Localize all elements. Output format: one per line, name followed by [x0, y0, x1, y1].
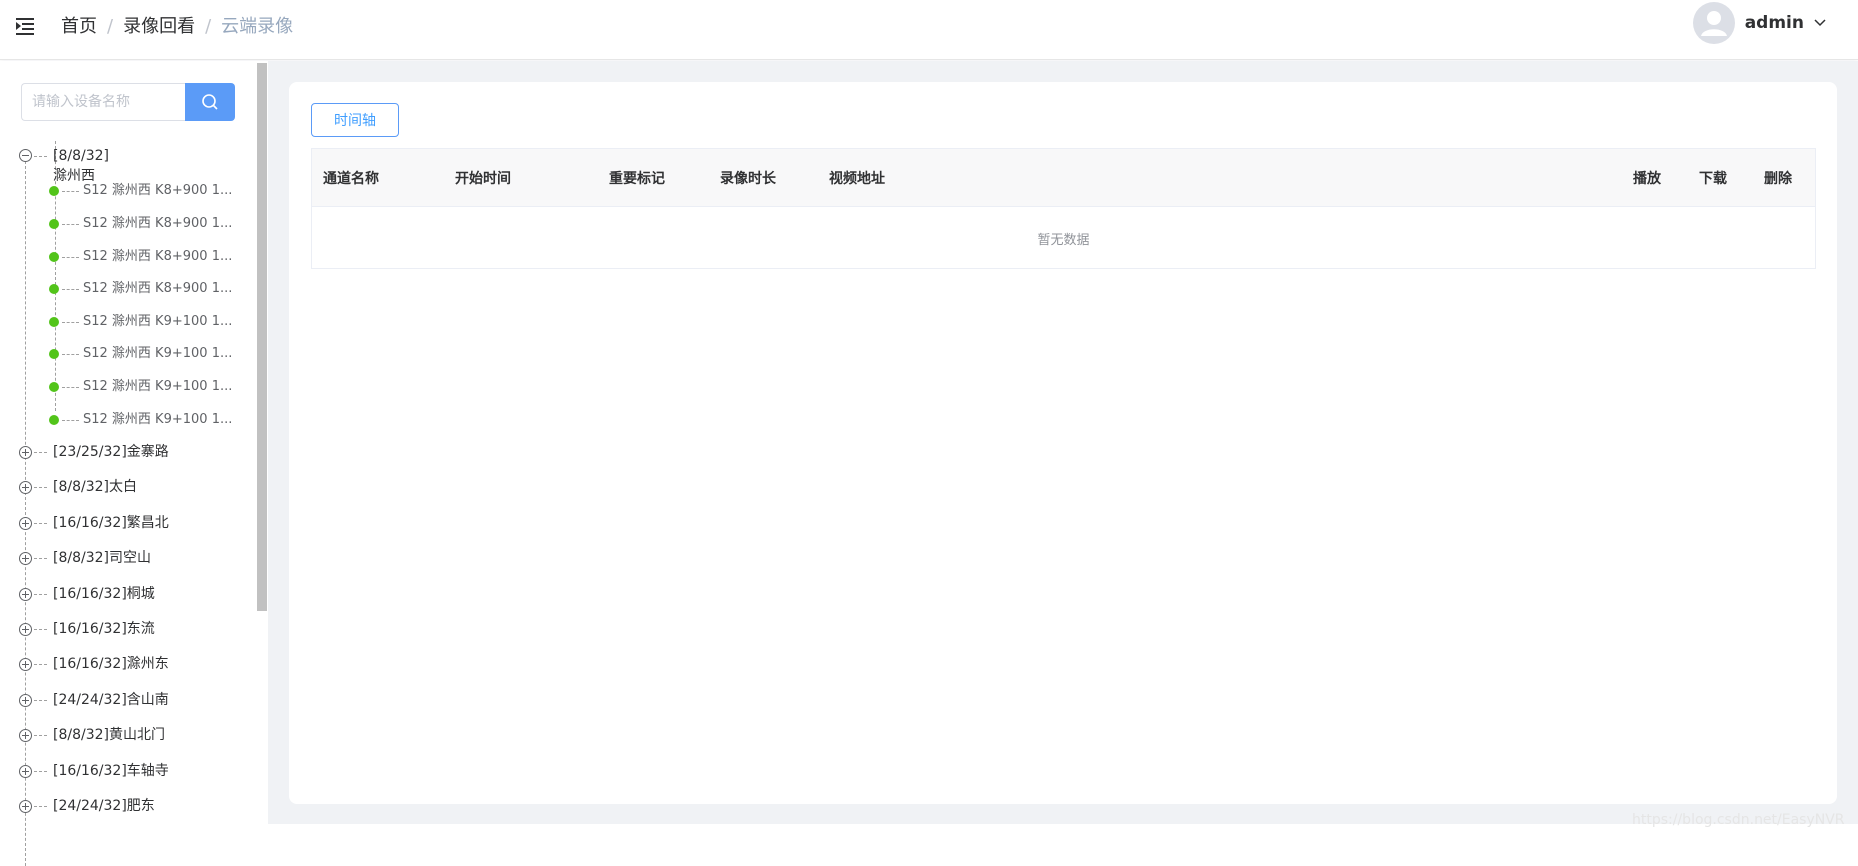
tree-connector: [62, 191, 79, 192]
username: admin: [1744, 13, 1804, 33]
expand-icon[interactable]: [19, 588, 32, 601]
top-bar: 首页 / 录像回看 / 云端录像 admin: [0, 0, 1858, 60]
tree-connector: [62, 257, 79, 258]
device-search-input[interactable]: [21, 83, 185, 121]
channel-label[interactable]: S12 滁州西 K9+100 1...: [83, 377, 237, 397]
avatar[interactable]: [1692, 2, 1735, 44]
tree-connector: [34, 735, 47, 736]
column-channel-name: 通道名称: [323, 171, 379, 187]
table-header: 通道名称 开始时间 重要标记 录像时长 视频地址 播放 下载 删除: [312, 149, 1815, 207]
column-download: 下载: [1699, 171, 1727, 187]
expand-icon[interactable]: [19, 765, 32, 778]
tree-connector: [62, 322, 79, 323]
device-sidebar: [8/8/32]滁州西 S12 滁州西 K8+900 1... S12 滁州西 …: [0, 61, 268, 866]
tree-connector: [34, 452, 47, 453]
tree-node-label[interactable]: [24/24/32]肥东: [53, 796, 155, 816]
column-start-time: 开始时间: [455, 171, 511, 187]
collapse-icon[interactable]: [19, 149, 32, 162]
breadcrumb-cloud-recording: 云端录像: [221, 16, 294, 37]
tree-node-label[interactable]: [16/16/32]桐城: [53, 584, 155, 604]
expand-icon[interactable]: [19, 517, 32, 530]
watermark: https://blog.csdn.net/EasyNVR: [1632, 812, 1845, 828]
search-icon: [202, 94, 218, 110]
channel-label[interactable]: S12 滁州西 K8+900 1...: [83, 247, 237, 267]
tree-node-label[interactable]: [16/16/32]东流: [53, 619, 155, 639]
tree-connector: [62, 387, 79, 388]
tree-connector: [34, 806, 47, 807]
tree-connector: [34, 523, 47, 524]
expand-icon[interactable]: [19, 800, 32, 813]
tree-connector: [34, 487, 47, 488]
user-avatar-icon: [1700, 11, 1727, 36]
channel-label[interactable]: S12 滁州西 K8+900 1...: [83, 181, 237, 201]
channel-label[interactable]: S12 滁州西 K9+100 1...: [83, 410, 237, 430]
tree-connector: [62, 224, 79, 225]
column-delete: 删除: [1764, 171, 1792, 187]
tree-node-label[interactable]: [8/8/32]黄山北门: [53, 725, 165, 745]
chevron-down-icon[interactable]: [1814, 19, 1826, 27]
channel-label[interactable]: S12 滁州西 K9+100 1...: [83, 312, 237, 332]
tree-connector: [34, 700, 47, 701]
online-status-icon: [49, 219, 59, 229]
tree-node-label[interactable]: [8/8/32]司空山: [53, 548, 151, 568]
column-important-mark: 重要标记: [609, 171, 665, 187]
online-status-icon: [49, 415, 59, 425]
tree-connector: [34, 558, 47, 559]
expand-icon[interactable]: [19, 658, 32, 671]
online-status-icon: [49, 317, 59, 327]
tree-connector: [34, 594, 47, 595]
device-search: [21, 83, 235, 121]
column-duration: 录像时长: [720, 171, 776, 187]
channel-label[interactable]: S12 滁州西 K9+100 1...: [83, 344, 237, 364]
column-video-url: 视频地址: [829, 171, 885, 187]
expand-icon[interactable]: [19, 552, 32, 565]
online-status-icon: [49, 186, 59, 196]
tree-connector: [34, 629, 47, 630]
channel-label[interactable]: S12 滁州西 K8+900 1...: [83, 214, 237, 234]
tree-connector: [34, 664, 47, 665]
search-button[interactable]: [185, 83, 235, 121]
tree-connector: [62, 289, 79, 290]
channel-label[interactable]: S12 滁州西 K8+900 1...: [83, 279, 237, 299]
expand-icon[interactable]: [19, 623, 32, 636]
tree-connector: [62, 420, 79, 421]
online-status-icon: [49, 382, 59, 392]
expand-icon[interactable]: [19, 446, 32, 459]
online-status-icon: [49, 252, 59, 262]
sidebar-scrollbar[interactable]: [257, 63, 267, 611]
tree-node-label[interactable]: [24/24/32]含山南: [53, 690, 169, 710]
tree-node-label[interactable]: [16/16/32]车轴寺: [53, 761, 169, 781]
expand-icon[interactable]: [19, 694, 32, 707]
tree-node-label[interactable]: [8/8/32]太白: [53, 477, 137, 497]
tree-node-label[interactable]: [16/16/32]繁昌北: [53, 513, 169, 533]
breadcrumb-separator: /: [107, 16, 114, 37]
column-play: 播放: [1633, 171, 1661, 187]
tree-node-label[interactable]: [23/25/32]金寨路: [53, 442, 169, 462]
menu-toggle-icon[interactable]: [16, 18, 34, 35]
user-menu[interactable]: admin: [1692, 2, 1826, 44]
recording-table: 通道名称 开始时间 重要标记 录像时长 视频地址 播放 下载 删除 暂无数据: [311, 148, 1816, 269]
online-status-icon: [49, 349, 59, 359]
breadcrumb-playback[interactable]: 录像回看: [123, 14, 195, 40]
tree-connector: [34, 771, 47, 772]
tree-connector: [62, 354, 79, 355]
online-status-icon: [49, 284, 59, 294]
tree-guide-line: [25, 156, 26, 866]
expand-icon[interactable]: [19, 729, 32, 742]
breadcrumb-home[interactable]: 首页: [61, 14, 97, 40]
breadcrumb-separator: /: [205, 16, 212, 37]
tree-node-label[interactable]: [16/16/32]滁州东: [53, 654, 169, 674]
tree-connector: [34, 156, 47, 157]
table-empty-text: 暂无数据: [1037, 232, 1090, 248]
timeline-button[interactable]: 时间轴: [311, 103, 399, 137]
expand-icon[interactable]: [19, 481, 32, 494]
tree-node-label[interactable]: [8/8/32]滁州西: [53, 146, 109, 186]
breadcrumb: 首页 / 录像回看 / 云端录像: [61, 14, 293, 40]
